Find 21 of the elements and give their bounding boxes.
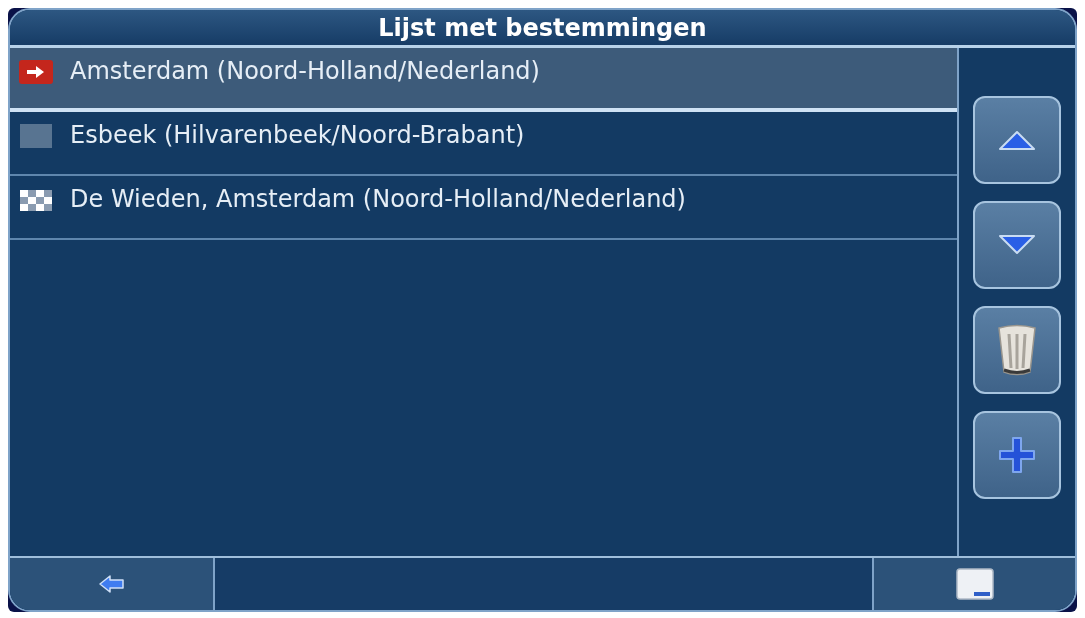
panel-title: Lijst met bestemmingen — [378, 15, 707, 40]
destination-name: Amsterdam (Noord-Holland/Nederland) — [70, 56, 540, 87]
destination-row[interactable]: Amsterdam (Noord-Holland/Nederland) — [10, 48, 957, 112]
up-triangle-icon — [997, 129, 1037, 151]
view-button[interactable] — [872, 558, 1075, 610]
destination-row[interactable]: Esbeek (Hilvarenbeek/Noord-Brabant) — [10, 112, 957, 176]
add-button[interactable] — [973, 411, 1061, 499]
destination-name: De Wieden, Amsterdam (Noord-Holland/Nederland) — [70, 184, 686, 215]
trash-icon — [997, 324, 1037, 376]
down-triangle-icon — [997, 234, 1037, 256]
destination-name: Esbeek (Hilvarenbeek/Noord-Brabant) — [70, 120, 525, 151]
destination-row[interactable]: De Wieden, Amsterdam (Noord-Holland/Nederland) — [10, 176, 957, 240]
back-arrow-icon — [97, 574, 126, 594]
plus-icon — [998, 436, 1036, 474]
scroll-down-button[interactable] — [973, 201, 1061, 289]
delete-button[interactable] — [973, 306, 1061, 394]
square-icon — [20, 124, 52, 148]
scroll-up-button[interactable] — [973, 96, 1061, 184]
back-button[interactable] — [10, 558, 215, 610]
checkered-flag-icon — [20, 189, 52, 211]
window-icon — [955, 568, 994, 600]
